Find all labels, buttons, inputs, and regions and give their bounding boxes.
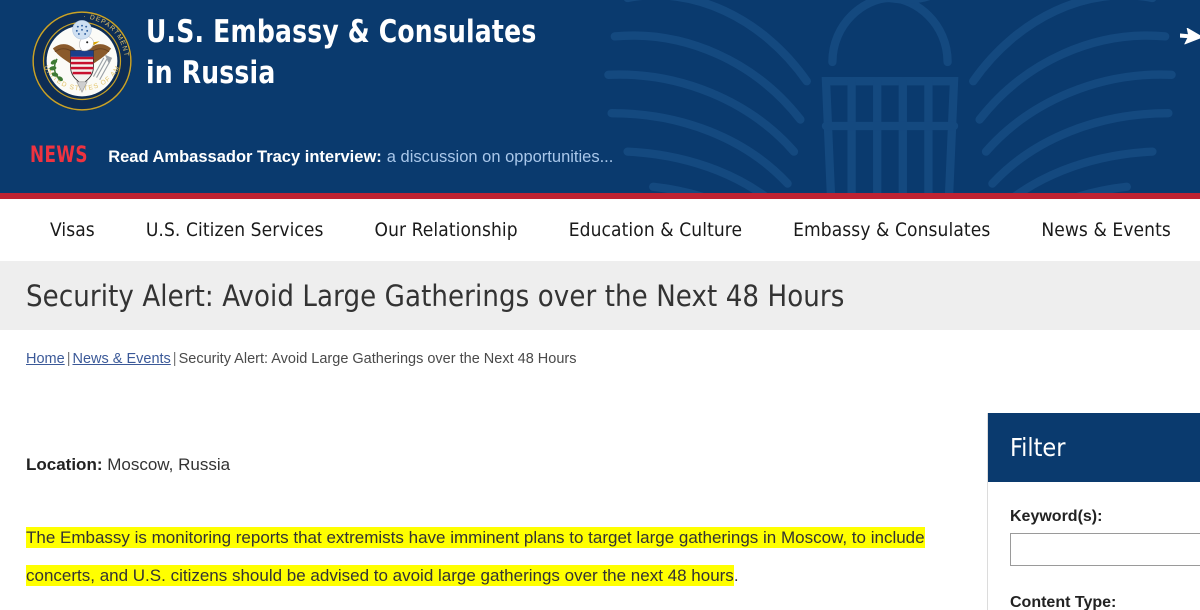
site-title-line1: U.S. Embassy & Consulates (146, 14, 537, 50)
breadcrumb-link-home[interactable]: Home (26, 351, 65, 367)
main-navigation: Visas U.S. Citizen Services Our Relation… (0, 199, 1200, 261)
keyword-input[interactable] (1010, 533, 1200, 566)
breadcrumb: Home | News & Events | Security Alert: Avoid… (26, 351, 576, 367)
news-tag-label: NEWS (30, 143, 88, 168)
dept-of-state-seal-icon: · DEPARTMENT OF UNITED STATES OF AM (27, 9, 132, 111)
page-title-band: Security Alert: Avoid Large Gatherings o… (0, 261, 1200, 330)
nav-item-education-culture[interactable]: Education & Culture (569, 219, 742, 241)
nav-item-embassy-consulates[interactable]: Embassy & Consulates (793, 219, 990, 241)
page-title: Security Alert: Avoid Large Gatherings o… (26, 278, 845, 313)
filter-panel-header: Filter (988, 413, 1200, 482)
content-type-label: Content Type: (1010, 594, 1117, 610)
alert-period: . (733, 566, 739, 586)
filter-panel-title: Filter (1010, 433, 1066, 462)
article-content: Location: Moscow, Russia The Embassy is … (26, 455, 931, 595)
breadcrumb-current-page: Security Alert: Avoid Large Gatherings o… (178, 351, 577, 367)
filter-panel-body: Keyword(s): Content Type: (988, 482, 1200, 610)
nav-item-our-relationship[interactable]: Our Relationship (375, 219, 518, 241)
site-title-line2: in Russia (146, 55, 276, 92)
page-root: · DEPARTMENT OF UNITED STATES OF AM (0, 0, 1200, 610)
keyword-label: Keyword(s): (1010, 508, 1103, 525)
site-title: U.S. Embassy & Consulates in Russia (146, 12, 776, 94)
site-header: · DEPARTMENT OF UNITED STATES OF AM (0, 0, 1200, 193)
nav-item-visas[interactable]: Visas (50, 219, 95, 241)
nav-item-us-citizen-services[interactable]: U.S. Citizen Services (146, 219, 324, 241)
location-value: Moscow, Russia (107, 455, 231, 474)
highlighted-alert-text: The Embassy is monitoring reports that e… (26, 527, 925, 587)
news-headline-link[interactable]: Read Ambassador Tracy interview: (108, 148, 382, 167)
breadcrumb-link-news-events[interactable]: News & Events (72, 351, 170, 367)
filter-panel: Filter Keyword(s): Content Type: (987, 413, 1200, 610)
nav-item-news-events[interactable]: News & Events (1041, 219, 1171, 241)
alert-paragraph: The Embassy is monitoring reports that e… (26, 519, 926, 595)
news-subtext[interactable]: a discussion on opportunities... (387, 148, 614, 167)
news-banner[interactable]: NEWS Read Ambassador Tracy interview: a … (30, 143, 613, 168)
location-line: Location: Moscow, Russia (26, 455, 931, 475)
location-label: Location: (26, 455, 103, 474)
breadcrumb-separator-2: | (172, 351, 177, 367)
